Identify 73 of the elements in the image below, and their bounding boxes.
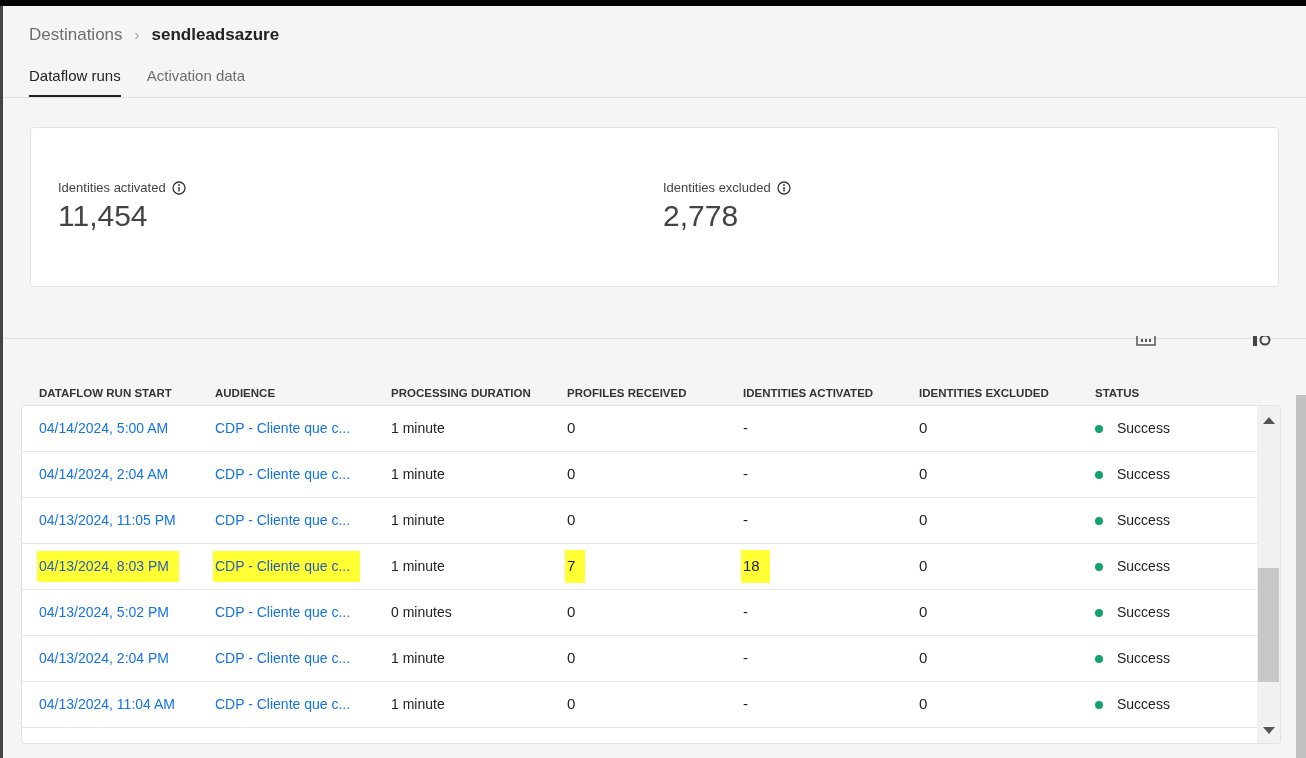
status-text: Success xyxy=(1117,419,1170,438)
metric-value: 11,454 xyxy=(58,197,149,234)
table-cell-text: 1 minute xyxy=(391,695,445,714)
table-cell-text: 0 xyxy=(919,464,928,485)
table-cell-text: 1 minute xyxy=(391,649,445,668)
page-title: sendleadsazure xyxy=(151,24,280,47)
info-icon[interactable] xyxy=(776,180,791,195)
audience-link[interactable]: CDP - Cliente que c... xyxy=(215,510,351,531)
table-cell-text: - xyxy=(743,648,748,669)
table-cell-text: 0 xyxy=(919,556,928,577)
audience-link[interactable]: CDP - Cliente que c... xyxy=(215,694,351,715)
metric-value: 2,778 xyxy=(663,197,740,234)
audience-link[interactable]: CDP - Cliente que c... xyxy=(215,464,351,485)
table-cell-text: 0 xyxy=(567,648,576,669)
table-scrollbar[interactable] xyxy=(1257,406,1280,743)
table-cell-text: 1 minute xyxy=(391,465,445,484)
table-cell-text: 0 xyxy=(919,510,928,531)
table-cell-text: 0 xyxy=(567,418,576,439)
status-text: Success xyxy=(1117,649,1170,668)
column-header: IDENTITIES EXCLUDED xyxy=(919,386,1050,402)
run-link[interactable]: 04/13/2024, 11:05 PM xyxy=(39,510,176,531)
table-cell-text: 0 xyxy=(919,418,928,439)
audience-link[interactable]: CDP - Cliente que c... xyxy=(215,648,351,669)
table-cell-text: 0 xyxy=(919,694,928,715)
metric-label: Identities excluded xyxy=(663,179,771,197)
breadcrumb-link[interactable]: Destinations xyxy=(29,22,123,48)
table-cell-text: 0 xyxy=(567,602,576,623)
run-link[interactable]: 04/13/2024, 5:02 PM xyxy=(39,602,169,623)
table-cell-text: - xyxy=(743,510,748,531)
table-cell-text: - xyxy=(743,464,748,485)
breadcrumb-separator: › xyxy=(134,24,140,45)
run-link[interactable]: 04/14/2024, 2:04 AM xyxy=(39,464,169,485)
column-header: STATUS xyxy=(1095,386,1141,402)
column-header: AUDIENCE xyxy=(215,386,277,402)
table-cell-text: 1 minute xyxy=(391,511,445,530)
status-text: Success xyxy=(1117,695,1170,714)
scroll-up-icon[interactable] xyxy=(1262,416,1275,424)
column-header: DATAFLOW RUN START xyxy=(39,386,173,402)
status-text: Success xyxy=(1117,557,1170,576)
scroll-down-icon[interactable] xyxy=(1262,727,1275,735)
status-text: Success xyxy=(1117,603,1170,622)
table-cell-text: 0 xyxy=(567,464,576,485)
column-header: PROFILES RECEIVED xyxy=(567,386,688,402)
table-cell: 18 xyxy=(741,550,770,583)
calendar-icon[interactable] xyxy=(1136,336,1156,346)
status-text: Success xyxy=(1117,465,1170,484)
info-icon[interactable] xyxy=(171,180,186,195)
column-header: PROCESSING DURATION xyxy=(391,386,532,402)
run-link[interactable]: 04/13/2024, 2:04 PM xyxy=(39,648,169,669)
page-scroll-thumb[interactable] xyxy=(1296,395,1306,758)
run-link[interactable]: 04/14/2024, 5:00 AM xyxy=(39,418,169,439)
table-cell-text: 0 xyxy=(567,694,576,715)
column-header: IDENTITIES ACTIVATED xyxy=(743,386,875,402)
tab[interactable]: Dataflow runs xyxy=(29,64,121,97)
table-cell-text: 0 xyxy=(919,602,928,623)
table-cell-text: 0 minutes xyxy=(391,603,452,622)
metric-label: Identities activated xyxy=(58,179,166,197)
audience-link[interactable]: CDP - Cliente que c... xyxy=(215,418,351,439)
table-cell-text: - xyxy=(743,602,748,623)
table-cell-text: - xyxy=(743,694,748,715)
table-cell-text: 0 xyxy=(919,648,928,669)
scroll-thumb[interactable] xyxy=(1258,568,1279,682)
run-link[interactable]: 04/13/2024, 8:03 PM xyxy=(37,551,179,582)
run-link[interactable]: 04/13/2024, 11:04 AM xyxy=(39,694,175,715)
table-cell-text: 1 minute xyxy=(391,419,445,438)
status-text: Success xyxy=(1117,511,1170,530)
audience-link[interactable]: CDP - Cliente que c... xyxy=(213,551,361,582)
table-cell: 7 xyxy=(565,550,586,583)
tab[interactable]: Activation data xyxy=(146,64,246,97)
table-cell-text: 1 minute xyxy=(391,557,445,576)
table-cell-text: - xyxy=(743,418,748,439)
audience-link[interactable]: CDP - Cliente que c... xyxy=(215,602,351,623)
table-cell-text: 0 xyxy=(567,510,576,531)
